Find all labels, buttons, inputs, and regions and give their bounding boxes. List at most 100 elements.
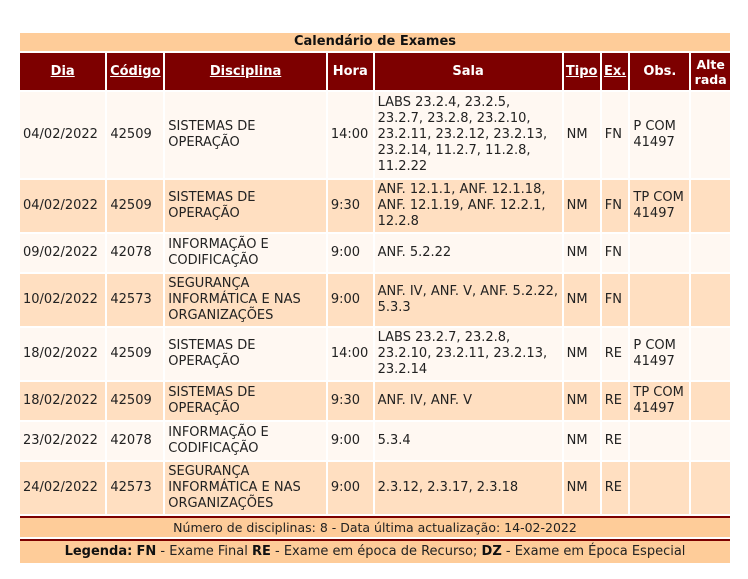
cell-disciplina: INFORMAÇÃO E CODIFICAÇÃO [165,234,326,272]
cell-codigo: 42078 [107,422,164,460]
cell-hora: 9:00 [327,422,373,460]
cell-tipo: NM [563,462,600,514]
cell-alterada [691,422,730,460]
cell-alterada [691,462,730,514]
cell-hora: 9:30 [327,180,373,232]
column-header-codigo[interactable]: Código [107,53,164,90]
cell-tipo: NM [563,274,600,326]
exam-table: Calendário de Exames Dia Código Discipli… [18,31,732,565]
cell-dia: 24/02/2022 [20,462,106,514]
cell-disciplina: INFORMAÇÃO E CODIFICAÇÃO [165,422,326,460]
cell-obs: P COM 41497 [630,92,690,178]
cell-obs [630,462,690,514]
cell-dia: 23/02/2022 [20,422,106,460]
cell-dia: 04/02/2022 [20,92,106,178]
column-header-dia[interactable]: Dia [20,53,106,90]
cell-hora: 14:00 [327,92,373,178]
cell-disciplina: SISTEMAS DE OPERAÇÃO [165,328,326,380]
cell-tipo: NM [563,328,600,380]
cell-sala: ANF. IV, ANF. V [374,382,562,420]
cell-ex: FN [601,180,629,232]
cell-disciplina: SISTEMAS DE OPERAÇÃO [165,92,326,178]
cell-ex: RE [601,422,629,460]
table-row: 24/02/2022 42573 SEGURANÇA INFORMÁTICA E N… [20,462,730,514]
alterada-label-line2: rada [694,71,727,87]
cell-hora: 9:30 [327,382,373,420]
cell-codigo: 42509 [107,92,164,178]
cell-sala: LABS 23.2.7, 23.2.8, 23.2.10, 23.2.11, 2… [374,328,562,380]
cell-disciplina: SEGURANÇA INFORMÁTICA E NAS ORGANIZAÇÕES [165,274,326,326]
exam-rows: 04/02/2022 42509 SISTEMAS DE OPERAÇÃO 14:00… [20,92,730,514]
cell-ex: FN [601,92,629,178]
cell-sala: 2.3.12, 2.3.17, 2.3.18 [374,462,562,514]
table-footer-summary: Número de disciplinas: 8 - Data última a… [20,516,730,537]
table-row: 18/02/2022 42509 SISTEMAS DE OPERAÇÃO 14:00… [20,328,730,380]
cell-sala: 5.3.4 [374,422,562,460]
cell-codigo: 42509 [107,180,164,232]
table-row: 04/02/2022 42509 SISTEMAS DE OPERAÇÃO 14:00… [20,92,730,178]
cell-hora: 14:00 [327,328,373,380]
cell-obs: P COM 41497 [630,328,690,380]
column-header-obs: Obs. [630,53,690,90]
cell-disciplina: SISTEMAS DE OPERAÇÃO [165,180,326,232]
cell-tipo: NM [563,234,600,272]
cell-alterada [691,234,730,272]
sort-by-disciplina-link[interactable]: Disciplina [210,64,281,79]
table-row: 23/02/2022 42078 INFORMAÇÃO E CODIFICAÇÃO 9… [20,422,730,460]
cell-sala: ANF. 12.1.1, ANF. 12.1.18, ANF. 12.1.19,… [374,180,562,232]
column-header-sala: Sala [374,53,562,90]
legend: Legenda: FN - Exame Final RE - Exame em … [20,539,730,563]
cell-obs: TP COM 41497 [630,180,690,232]
cell-dia: 18/02/2022 [20,328,106,380]
cell-codigo: 42509 [107,382,164,420]
cell-hora: 9:00 [327,462,373,514]
cell-obs [630,422,690,460]
table-title: Calendário de Exames [20,33,730,51]
cell-hora: 9:00 [327,274,373,326]
cell-hora: 9:00 [327,234,373,272]
cell-disciplina: SEGURANÇA INFORMÁTICA E NAS ORGANIZAÇÕES [165,462,326,514]
cell-tipo: NM [563,382,600,420]
sort-by-dia-link[interactable]: Dia [51,64,75,79]
table-row: 18/02/2022 42509 SISTEMAS DE OPERAÇÃO 9:30 A… [20,382,730,420]
legend-label: Legenda: [64,544,133,559]
cell-dia: 04/02/2022 [20,180,106,232]
table-row: 09/02/2022 42078 INFORMAÇÃO E CODIFICAÇÃO 9… [20,234,730,272]
cell-codigo: 42078 [107,234,164,272]
cell-tipo: NM [563,180,600,232]
cell-alterada [691,180,730,232]
sort-by-ex-link[interactable]: Ex. [604,64,626,79]
sort-by-tipo-link[interactable]: Tipo [566,64,598,79]
cell-ex: FN [601,274,629,326]
cell-obs [630,234,690,272]
legend-fn-text: - Exame Final [156,544,252,559]
table-row: 04/02/2022 42509 SISTEMAS DE OPERAÇÃO 9:30 A… [20,180,730,232]
cell-ex: RE [601,382,629,420]
cell-ex: FN [601,234,629,272]
column-header-tipo[interactable]: Tipo [563,53,600,90]
cell-ex: RE [601,328,629,380]
legend-re-code: RE [251,544,271,559]
column-header-ex[interactable]: Ex. [601,53,629,90]
cell-sala: LABS 23.2.4, 23.2.5, 23.2.7, 23.2.8, 23.… [374,92,562,178]
cell-codigo: 42573 [107,274,164,326]
legend-re-text: - Exame em época de Recurso; [270,544,482,559]
table-row: 10/02/2022 42573 SEGURANÇA INFORMÁTICA E N… [20,274,730,326]
cell-tipo: NM [563,92,600,178]
column-header-disciplina[interactable]: Disciplina [165,53,326,90]
legend-fn-code: FN [136,544,157,559]
column-header-alterada: Alte rada [691,53,730,90]
cell-sala: ANF. 5.2.22 [374,234,562,272]
sort-by-codigo-link[interactable]: Código [110,64,160,79]
cell-sala: ANF. IV, ANF. V, ANF. 5.2.22, 5.3.3 [374,274,562,326]
legend-dz-code: DZ [481,544,502,559]
cell-tipo: NM [563,422,600,460]
cell-obs: TP COM 41497 [630,382,690,420]
cell-alterada [691,328,730,380]
header-row: Dia Código Disciplina Hora Sala Tipo Ex.… [20,53,730,90]
cell-codigo: 42509 [107,328,164,380]
cell-alterada [691,274,730,326]
cell-alterada [691,92,730,178]
alterada-label-line1: Alte [696,56,725,72]
cell-ex: RE [601,462,629,514]
